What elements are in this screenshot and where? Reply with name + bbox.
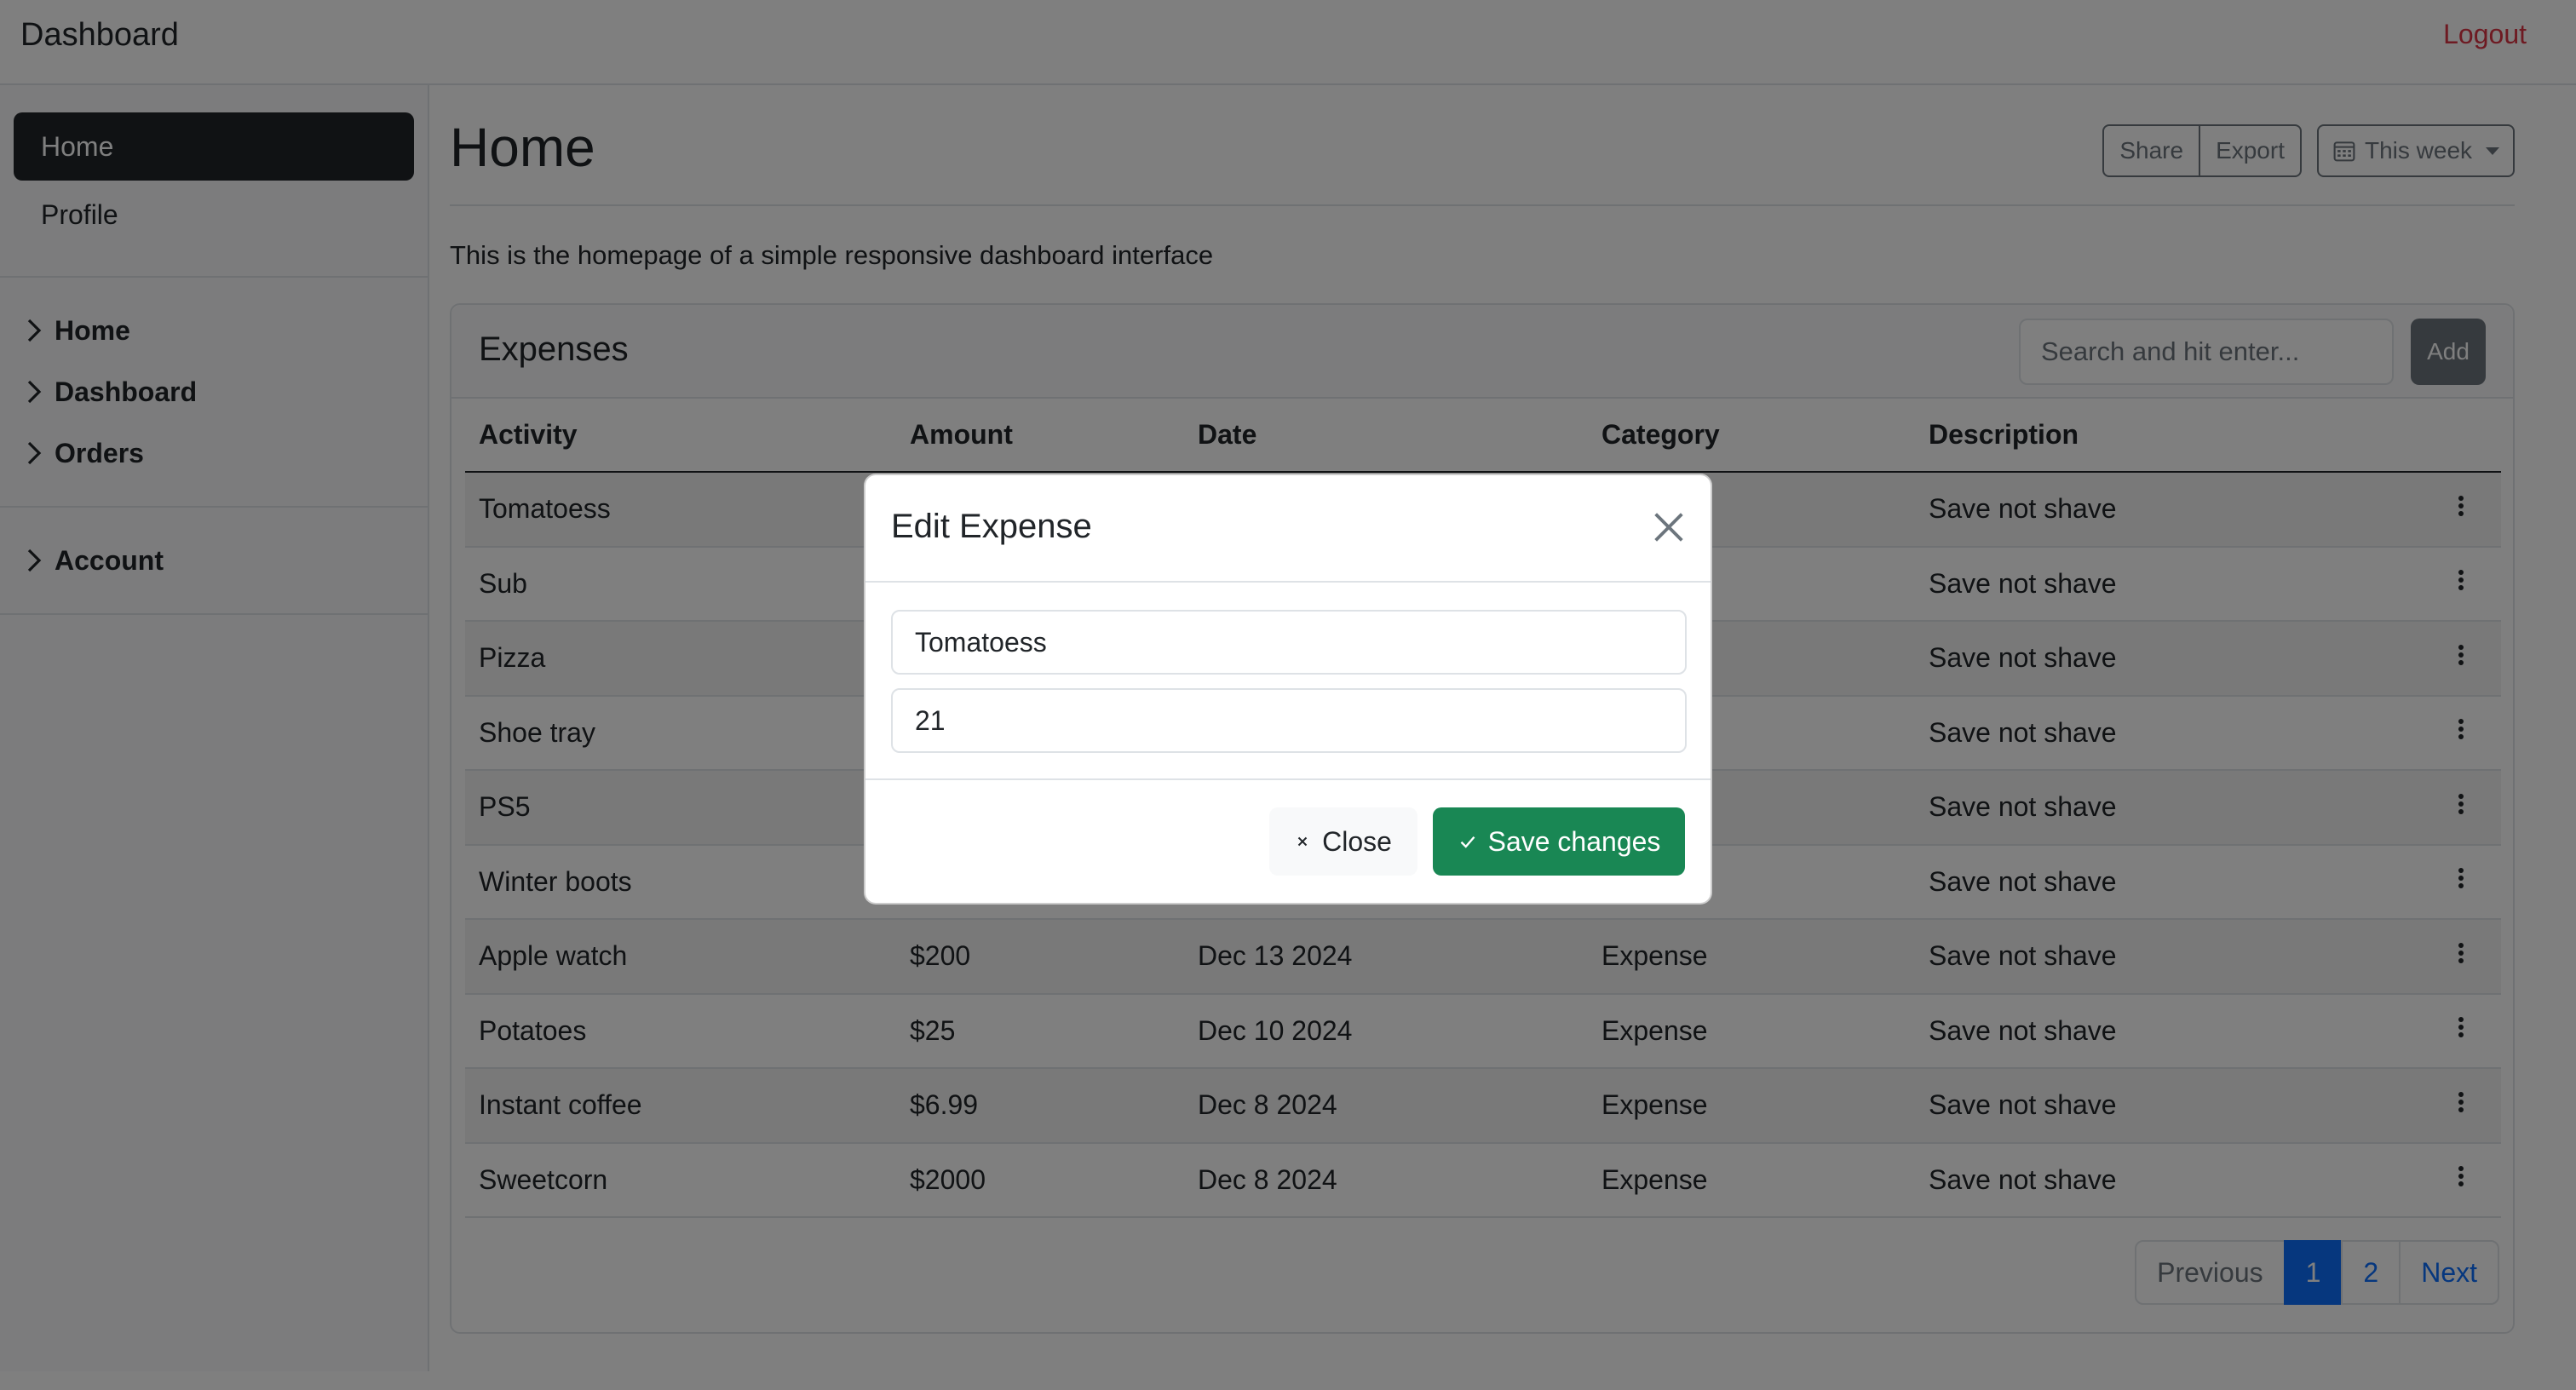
close-button-label: Close: [1322, 825, 1392, 857]
app: Dashboard Logout Home Profile Home Dashb…: [0, 0, 2576, 1390]
activity-field[interactable]: [891, 610, 1687, 675]
modal-header: Edit Expense: [865, 475, 1711, 583]
modal-footer: Close Save changes: [865, 780, 1711, 903]
close-icon: [1297, 836, 1308, 847]
check-icon: [1460, 836, 1475, 848]
save-button-label: Save changes: [1487, 825, 1661, 857]
close-icon[interactable]: [1649, 508, 1688, 547]
save-changes-button[interactable]: Save changes: [1433, 807, 1685, 876]
amount-field[interactable]: [891, 688, 1687, 753]
close-button[interactable]: Close: [1269, 807, 1417, 876]
modal-title: Edit Expense: [891, 508, 1092, 545]
edit-expense-modal: Edit Expense Close Save changes: [864, 474, 1712, 905]
modal-body: [865, 583, 1711, 780]
